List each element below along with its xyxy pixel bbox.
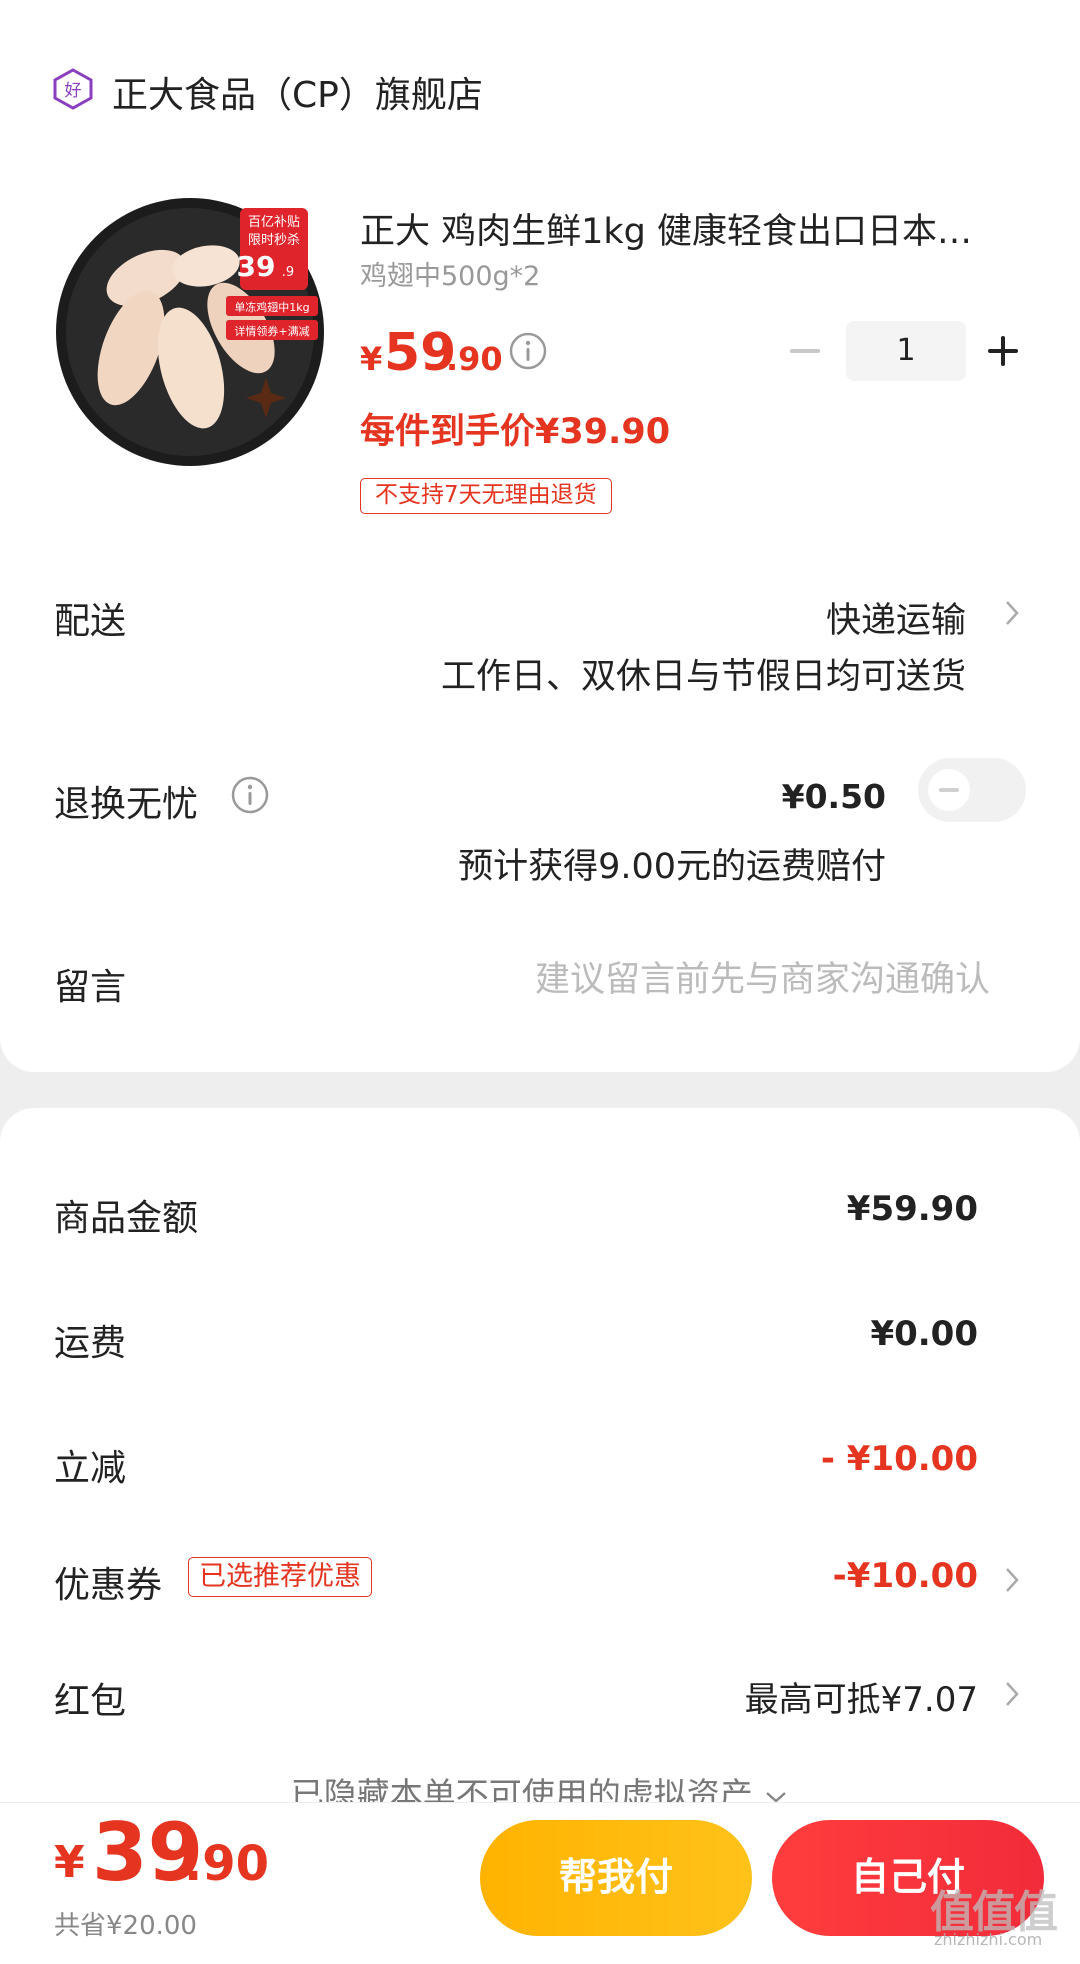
chevron-right-icon[interactable] (1004, 1679, 1020, 1709)
coupon-label: 优惠券 (54, 1565, 163, 1606)
product-title[interactable]: 正大 鸡肉生鲜1kg 健康轻食出口日本… (360, 203, 1020, 254)
coupon-badge: 已选推荐优惠 (188, 1557, 372, 1597)
worry-free-price: ¥0.50 (781, 777, 886, 816)
message-input[interactable] (400, 948, 990, 1012)
product-image[interactable]: 百亿补贴 限时秒杀 39 .9 单冻鸡翅中1kg 详情领券+满减 (56, 198, 324, 466)
quantity-increase-button[interactable] (986, 334, 1020, 368)
product-spec[interactable]: 鸡翅中500g*2 (360, 254, 540, 293)
watermark-url: zhizhizhi.com (934, 1930, 1043, 1949)
svg-text:好: 好 (65, 81, 82, 101)
image-badge-price: 39 (237, 250, 276, 283)
discount-label: 立减 (54, 1448, 127, 1489)
no-return-tag: 不支持7天无理由退货 (360, 478, 612, 514)
saved-amount: 共省¥20.00 (54, 1911, 197, 1941)
chevron-right-icon[interactable] (1004, 598, 1020, 628)
delivery-note: 工作日、双休日与节假日均可送货 (440, 657, 966, 697)
toggle-off-icon (939, 788, 959, 792)
image-badge-price-dec: .9 (282, 265, 294, 280)
quantity-value[interactable]: 1 (846, 321, 966, 381)
price-currency: ¥ (360, 340, 383, 378)
red-packet-value[interactable]: 最高可抵¥7.07 (745, 1672, 978, 1721)
delivery-label: 配送 (54, 601, 127, 642)
image-badge-line2: 限时秒杀 (248, 233, 300, 248)
shop-name[interactable]: 正大食品（CP）旗舰店 (112, 66, 483, 118)
image-badge-line1: 百亿补贴 (248, 215, 300, 230)
info-icon[interactable] (230, 775, 270, 815)
shipping-label: 运费 (54, 1323, 127, 1364)
red-packet-label: 红包 (54, 1681, 127, 1722)
goods-amount-label: 商品金额 (54, 1198, 199, 1239)
chevron-right-icon[interactable] (1004, 1565, 1020, 1595)
info-icon[interactable] (508, 331, 548, 371)
image-tag-1: 单冻鸡翅中1kg (234, 300, 309, 314)
message-label: 留言 (54, 967, 127, 1008)
worry-free-note: 预计获得9.00元的运费赔付 (458, 847, 886, 887)
delivery-method[interactable]: 快递运输 (826, 592, 966, 643)
worry-free-label: 退换无忧 (54, 784, 199, 825)
coupon-value[interactable]: -¥10.00 (833, 1556, 978, 1596)
discount-value: - ¥10.00 (820, 1439, 978, 1479)
total-decimal: .90 (184, 1836, 270, 1892)
goods-amount-value: ¥59.90 (846, 1189, 978, 1229)
price-decimal: .90 (446, 340, 503, 378)
quantity-decrease-button[interactable] (788, 336, 822, 366)
total-currency: ¥ (54, 1837, 85, 1888)
shipping-value: ¥0.00 (870, 1314, 978, 1354)
good-store-icon: 好 (53, 68, 93, 110)
help-pay-button[interactable]: 帮我付 (480, 1820, 752, 1936)
image-tag-2: 详情领券+满减 (234, 324, 309, 338)
order-item-card (0, 0, 1080, 1072)
per-item-price: 每件到手价¥39.90 (360, 412, 671, 452)
